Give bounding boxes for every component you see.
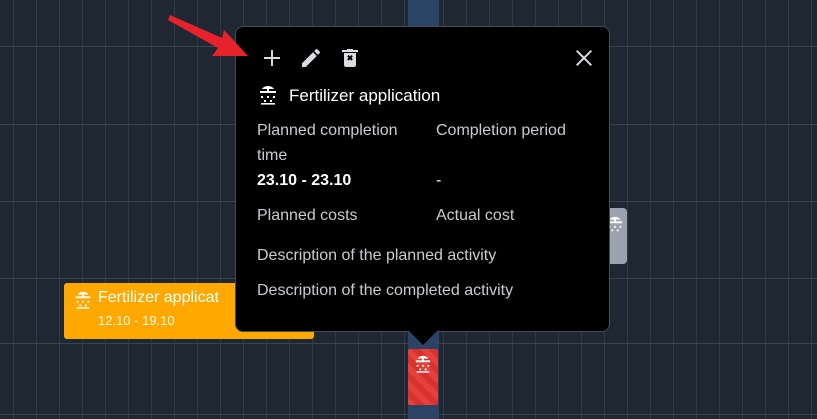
planned-description-label: Description of the planned activity (257, 247, 497, 264)
grid-line (719, 0, 720, 419)
grid-line (742, 0, 743, 419)
grid-line (13, 0, 14, 419)
completion-period-label: Completion period (436, 122, 566, 139)
popup-title-row: Fertilizer application (256, 83, 586, 109)
edit-icon[interactable] (299, 46, 323, 70)
fertilizer-icon (74, 291, 92, 309)
grid-line (696, 0, 697, 419)
task-bar-selected[interactable] (408, 349, 438, 405)
delete-icon[interactable] (338, 46, 362, 70)
annotation-arrow-icon (168, 15, 248, 56)
task-bar-dates: 12.10 - 19.10 (98, 313, 175, 328)
grid-line (105, 0, 106, 419)
task-bar-title: Fertilizer applicat (98, 289, 219, 306)
fertilizer-icon (414, 355, 432, 373)
grid-line (627, 0, 628, 419)
add-icon[interactable] (260, 46, 284, 70)
task-details-popup: Fertilizer application Planned completio… (235, 26, 610, 332)
grid-line (788, 0, 789, 419)
completion-period-value: - (436, 172, 442, 189)
grid-line (197, 0, 198, 419)
timeline-canvas: Fertilizer applicat 12.10 - 19.10 Fertil… (0, 0, 817, 419)
grid-line (673, 0, 674, 419)
planned-completion-label: Planned completion time (257, 122, 398, 164)
grid-line (36, 0, 37, 419)
grid-line (220, 0, 221, 419)
fertilizer-icon (258, 85, 278, 105)
planned-completion-value: 23.10 - 23.10 (257, 172, 352, 189)
grid-line (765, 0, 766, 419)
actual-cost-label: Actual cost (436, 207, 515, 224)
grid-line (151, 0, 152, 419)
completed-description-label: Description of the completed activity (257, 282, 514, 299)
grid-line (174, 0, 175, 419)
close-icon[interactable] (572, 46, 596, 70)
popup-title: Fertilizer application (289, 86, 441, 105)
popup-pointer (409, 331, 437, 345)
grid-line (59, 0, 60, 419)
grid-line (128, 0, 129, 419)
planned-costs-label: Planned costs (257, 207, 358, 224)
grid-line (811, 0, 812, 419)
grid-line (650, 0, 651, 419)
grid-line (82, 0, 83, 419)
